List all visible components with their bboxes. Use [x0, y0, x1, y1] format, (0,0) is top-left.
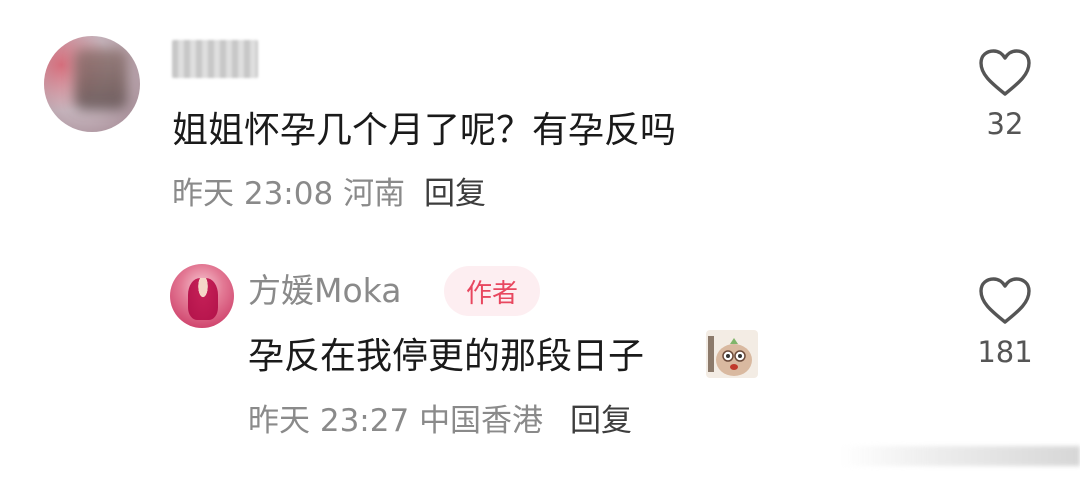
heart-outline-icon: [979, 49, 1031, 96]
comment-location: 河南: [343, 176, 406, 212]
comment-meta: 昨天 23:08 河南: [172, 179, 405, 210]
reply-time: 昨天 23:27: [248, 403, 410, 439]
commenter-username-redacted[interactable]: [172, 40, 258, 78]
author-avatar[interactable]: [170, 264, 234, 328]
comment-time: 昨天 23:08: [172, 176, 334, 212]
reply-text[interactable]: 孕反在我停更的那段日子: [248, 339, 644, 375]
reply-button[interactable]: 回复: [424, 179, 486, 210]
reply-button[interactable]: 回复: [570, 406, 632, 437]
like-button[interactable]: 181: [970, 276, 1040, 367]
commenter-avatar[interactable]: [44, 36, 140, 132]
like-count: 181: [977, 335, 1033, 369]
like-count: 32: [986, 107, 1024, 141]
like-button[interactable]: 32: [970, 48, 1040, 139]
comment-text[interactable]: 姐姐怀孕几个月了呢？有孕反吗: [172, 113, 676, 149]
author-name[interactable]: 方媛Moka: [248, 274, 401, 307]
heart-outline-icon: [979, 277, 1031, 324]
reply-location: 中国香港: [419, 403, 544, 439]
watermark: [840, 446, 1080, 466]
author-badge: 作者: [444, 266, 540, 316]
reply-meta: 昨天 23:27 中国香港: [248, 406, 543, 437]
emoji-sticker-icon: [706, 330, 758, 378]
